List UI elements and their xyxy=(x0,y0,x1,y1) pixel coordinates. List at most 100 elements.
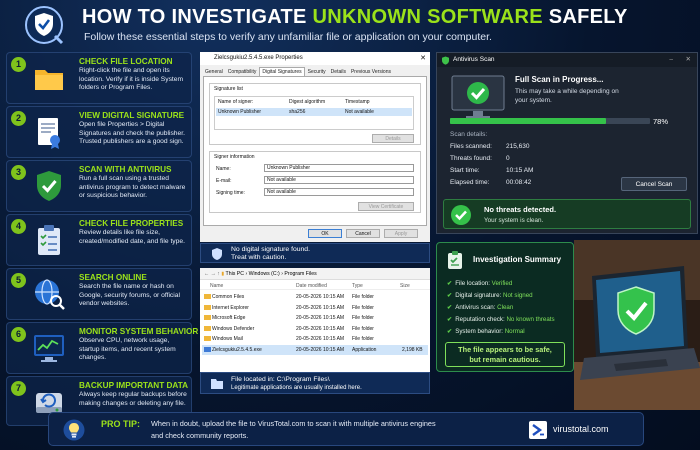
check-icon: ✔ xyxy=(447,316,453,323)
address-bar[interactable]: ← → ↑ ▮ This PC › Windows (C:) › Program… xyxy=(200,268,430,280)
summary-row: ✔ Digital signature: Not signed xyxy=(447,292,533,299)
signing-time-field[interactable]: Not available xyxy=(264,188,414,196)
forward-arrow-icon[interactable]: → xyxy=(211,271,216,277)
shield-icon xyxy=(212,248,222,260)
up-arrow-icon[interactable]: ↑ xyxy=(217,271,220,277)
step-description: Search the file name or hash on Google, … xyxy=(79,283,180,308)
step-number: 1 xyxy=(11,57,26,72)
monitor-chart-icon xyxy=(34,335,64,362)
tab-compatibility[interactable]: Compatibility xyxy=(226,68,259,76)
file-type: File folder xyxy=(352,315,374,321)
signature-table: Name of signer: Digest algorithm Timesta… xyxy=(214,96,414,130)
globe-search-icon xyxy=(35,279,65,310)
step-number: 2 xyxy=(11,111,26,126)
file-date: 20-05-2026 10:15 AM xyxy=(296,315,345,321)
step-title: MONITOR SYSTEM BEHAVIOR xyxy=(79,327,199,336)
step-number: 6 xyxy=(11,327,26,342)
name-field[interactable]: Unknown Publisher xyxy=(264,164,414,172)
col-size[interactable]: Size xyxy=(400,283,410,289)
step-5: 5 SEARCH ONLINE Search the file name or … xyxy=(6,268,192,320)
signature-list-label: Signature list xyxy=(214,86,243,92)
cancel-button[interactable]: Cancel xyxy=(346,229,380,238)
properties-window: Zielcsgukiu2.5.4.5.exe Properties ✕ Gene… xyxy=(200,52,430,242)
folder-icon xyxy=(204,336,211,341)
file-name: Common Files xyxy=(212,294,245,300)
digest-value: sha256 xyxy=(289,109,306,115)
close-icon[interactable]: ✕ xyxy=(420,52,426,65)
steps-list: 1 CHECK FILE LOCATION Right-click the fi… xyxy=(6,52,198,426)
signer-name: Unknown Publisher xyxy=(218,109,262,115)
email-field[interactable]: Not available xyxy=(264,176,414,184)
check-icon: ✔ xyxy=(447,304,453,311)
step-description: Observe CPU, network usage, startup item… xyxy=(79,337,176,362)
step-2: 2 VIEW DIGITAL SIGNATURE Open file Prope… xyxy=(6,106,192,158)
col-name[interactable]: Name xyxy=(210,283,223,289)
file-row[interactable]: Common Files 20-05-2026 10:15 AM File fold… xyxy=(202,292,428,302)
timestamp-value: Not available xyxy=(345,109,374,115)
apply-button[interactable]: Apply xyxy=(384,229,418,238)
tab-digital-signatures[interactable]: Digital Signatures xyxy=(259,67,305,76)
file-type: File folder xyxy=(352,336,374,342)
verdict-line-2: but remain cautious. xyxy=(469,355,541,364)
file-name: Zielcsgukiu2.5.4.5.exe xyxy=(212,346,262,353)
elapsed-time-label: Elapsed time: xyxy=(450,179,490,186)
back-arrow-icon[interactable]: ← xyxy=(204,271,209,277)
step-description: Review details like file size, created/m… xyxy=(79,229,185,245)
folder-icon xyxy=(35,70,63,90)
email-label: E-mail: xyxy=(216,178,232,184)
page-title: HOW TO INVESTIGATE UNKNOWN SOFTWARE SAFE… xyxy=(82,6,628,28)
check-icon: ✔ xyxy=(447,328,453,335)
antivirus-title: Antivirus Scan xyxy=(453,56,495,63)
column-headers: Name Date modified Type Size xyxy=(200,281,430,290)
lightbulb-icon xyxy=(63,419,85,441)
scan-details-label: Scan details: xyxy=(450,131,488,138)
pro-tip-label: PRO TIP: xyxy=(101,419,141,429)
signer-info-group: Signer information Name: Unknown Publish… xyxy=(209,151,421,213)
file-row[interactable]: Windows Defender 20-05-2026 10:15 AM File … xyxy=(202,324,428,334)
folder-icon: ▮ xyxy=(221,271,225,277)
result-title: No threats detected. xyxy=(484,205,557,214)
col-date[interactable]: Date modified xyxy=(296,283,327,289)
file-row[interactable]: Internet Explorer 20-05-2026 10:15 AM File… xyxy=(202,303,428,313)
col-type[interactable]: Type xyxy=(352,283,363,289)
step-number: 7 xyxy=(11,381,26,396)
step-number: 4 xyxy=(11,219,26,234)
clipboard-icon xyxy=(38,225,60,255)
caption-line-2: Legitimate applications are usually inst… xyxy=(231,385,362,391)
file-type: File folder xyxy=(352,294,374,300)
minimize-icon[interactable]: – xyxy=(669,53,673,67)
name-label: Name: xyxy=(216,166,231,172)
check-icon: ✔ xyxy=(447,280,453,287)
files-scanned-label: Files scanned: xyxy=(450,143,492,150)
file-size: 2,198 KB xyxy=(402,346,423,353)
file-row[interactable]: Windows Mail 20-05-2026 10:15 AM File fold… xyxy=(202,334,428,344)
summary-row: ✔ System behavior: Normal xyxy=(447,328,525,335)
tab-details[interactable]: Details xyxy=(329,68,348,76)
file-type: File folder xyxy=(352,304,374,311)
step-title: BACKUP IMPORTANT DATA xyxy=(79,381,189,390)
file-row[interactable]: Zielcsgukiu2.5.4.5.exe 20-05-2026 10:15 A… xyxy=(202,344,428,355)
explorer-window: ← → ↑ ▮ This PC › Windows (C:) › Program… xyxy=(200,268,430,372)
breadcrumb: This PC › Windows (C:) › Program Files xyxy=(225,271,317,277)
pro-tip-text-1: When in doubt, upload the file to VirusT… xyxy=(151,419,436,428)
signature-list-group: Signature list Name of signer: Digest al… xyxy=(209,83,421,145)
file-row[interactable]: Microsoft Edge 20-05-2026 10:15 AM File fo… xyxy=(202,313,428,323)
virustotal-link[interactable]: virustotal.com xyxy=(553,424,609,434)
cancel-scan-button[interactable]: Cancel Scan xyxy=(621,177,687,191)
step-number: 5 xyxy=(11,273,26,288)
tab-general[interactable]: General xyxy=(203,68,225,76)
clipboard-check-icon xyxy=(448,251,462,269)
folder-icon xyxy=(204,304,211,310)
tab-previous-versions[interactable]: Previous Versions xyxy=(349,68,393,76)
pro-tip-text-2: and check community reports. xyxy=(151,431,249,440)
step-4: 4 CHECK FILE PROPERTIES Review details l… xyxy=(6,214,192,266)
details-button[interactable]: Details xyxy=(372,134,414,143)
folder-icon xyxy=(204,294,211,299)
threats-found-value: 0 xyxy=(506,155,510,162)
tab-security[interactable]: Security xyxy=(306,68,328,76)
signature-row[interactable]: Unknown Publisher sha256 Not available xyxy=(216,108,412,116)
ok-button[interactable]: OK xyxy=(308,229,342,238)
close-icon[interactable]: ✕ xyxy=(686,53,691,67)
view-certificate-button[interactable]: View Certificate xyxy=(358,202,414,211)
check-icon: ✔ xyxy=(447,292,453,299)
